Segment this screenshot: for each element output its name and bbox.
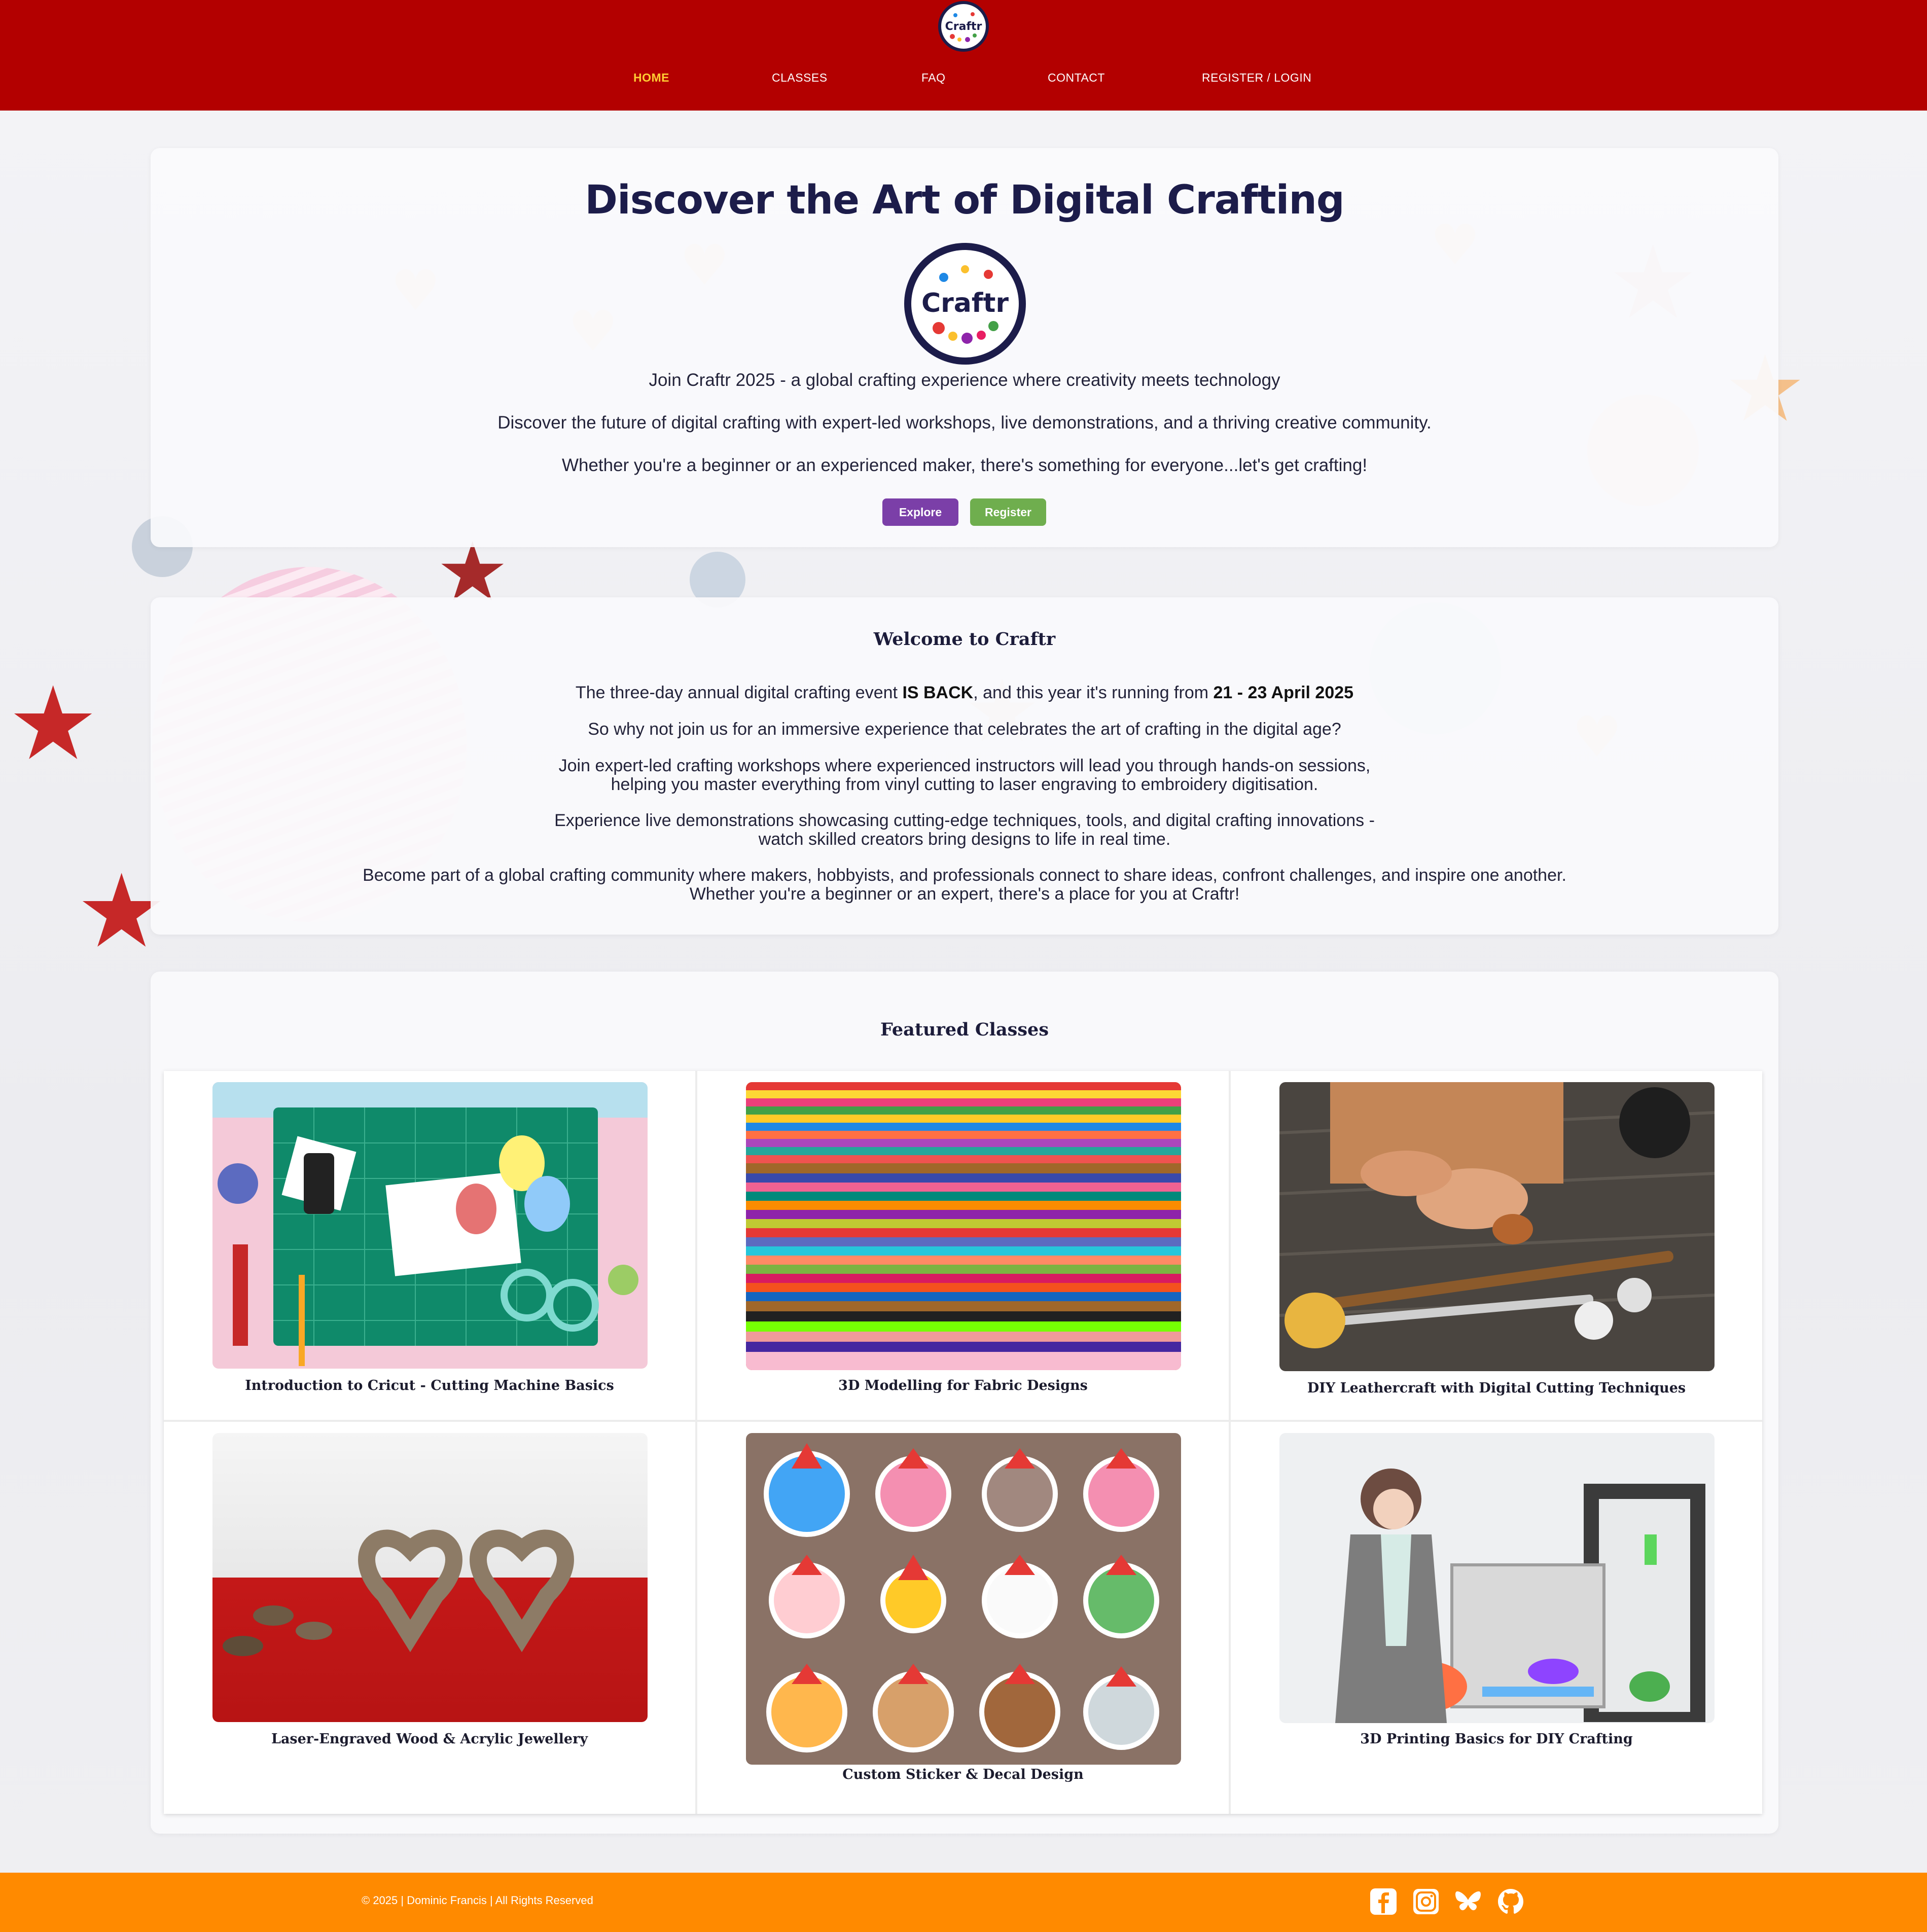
welcome-event-dates: The three-day annual digital crafting ev… bbox=[575, 683, 1354, 702]
craftr-hero-logo: Craftr bbox=[904, 243, 1026, 365]
featured-classes-section: Featured Classes Introduction to Cricut … bbox=[151, 972, 1778, 1834]
logo-text: Craftr bbox=[945, 20, 982, 33]
welcome-title: Welcome to Craftr bbox=[873, 629, 1056, 650]
nav-contact[interactable]: CONTACT bbox=[1048, 71, 1105, 85]
class-card-leathercraft[interactable]: DIY Leathercraft with Digital Cutting Te… bbox=[1231, 1071, 1762, 1420]
site-footer: © 2025 | Dominic Francis | All Rights Re… bbox=[0, 1873, 1927, 1932]
nav-faq[interactable]: FAQ bbox=[921, 71, 946, 85]
jewellery-image bbox=[212, 1433, 648, 1722]
nav-register-login[interactable]: REGISTER / LOGIN bbox=[1202, 71, 1311, 85]
welcome-demonstrations: Experience live demonstrations showcasin… bbox=[554, 811, 1375, 849]
explore-button[interactable]: Explore bbox=[882, 498, 958, 526]
hero-title: Discover the Art of Digital Crafting bbox=[585, 177, 1344, 223]
cricut-image bbox=[212, 1082, 648, 1369]
class-title[interactable]: DIY Leathercraft with Digital Cutting Te… bbox=[1231, 1380, 1762, 1396]
class-title[interactable]: 3D Modelling for Fabric Designs bbox=[697, 1378, 1229, 1393]
nav-classes[interactable]: CLASSES bbox=[772, 71, 828, 85]
hero-section: Discover the Art of Digital Crafting Cra… bbox=[151, 148, 1778, 547]
craftr-logo[interactable]: Craftr bbox=[937, 0, 990, 53]
class-card-3d-fabric[interactable]: 3D Modelling for Fabric Designs bbox=[697, 1071, 1229, 1420]
copyright-text: © 2025 | Dominic Francis | All Rights Re… bbox=[362, 1894, 593, 1907]
class-card-3d-printing[interactable]: 3D Printing Basics for DIY Crafting bbox=[1231, 1422, 1762, 1814]
featured-title: Featured Classes bbox=[880, 1019, 1049, 1040]
main-nav: HOME CLASSES FAQ CONTACT REGISTER / LOGI… bbox=[0, 71, 1927, 91]
class-title[interactable]: Custom Sticker & Decal Design bbox=[697, 1767, 1229, 1782]
event-dates: 21 - 23 April 2025 bbox=[1213, 683, 1354, 702]
class-card-jewellery[interactable]: Laser-Engraved Wood & Acrylic Jewellery bbox=[164, 1422, 695, 1814]
star-decoration: ★ bbox=[8, 665, 99, 783]
class-title[interactable]: Introduction to Cricut - Cutting Machine… bbox=[164, 1378, 695, 1393]
classes-grid: Introduction to Cricut - Cutting Machine… bbox=[164, 1071, 1762, 1814]
hero-tagline: Join Craftr 2025 - a global crafting exp… bbox=[649, 370, 1280, 390]
class-title[interactable]: 3D Printing Basics for DIY Crafting bbox=[1231, 1731, 1762, 1747]
fabric-image bbox=[746, 1082, 1181, 1370]
bluesky-icon[interactable] bbox=[1453, 1887, 1483, 1916]
welcome-section: Welcome to Craftr The three-day annual d… bbox=[151, 597, 1778, 935]
hero-logo-text: Craftr bbox=[921, 288, 1009, 318]
register-button[interactable]: Register bbox=[970, 498, 1046, 526]
github-icon[interactable] bbox=[1496, 1887, 1525, 1916]
facebook-icon[interactable] bbox=[1369, 1887, 1398, 1916]
site-header: Craftr HOME CLASSES FAQ CONTACT REGISTER… bbox=[0, 0, 1927, 111]
nav-home[interactable]: HOME bbox=[633, 71, 669, 85]
hero-invitation: Whether you're a beginner or an experien… bbox=[561, 455, 1368, 475]
3d-printing-image bbox=[1279, 1433, 1715, 1723]
class-title[interactable]: Laser-Engraved Wood & Acrylic Jewellery bbox=[164, 1731, 695, 1747]
class-card-cricut[interactable]: Introduction to Cricut - Cutting Machine… bbox=[164, 1071, 695, 1420]
welcome-community: Become part of a global crafting communi… bbox=[363, 866, 1566, 904]
class-card-sticker[interactable]: Custom Sticker & Decal Design bbox=[697, 1422, 1229, 1814]
is-back-text: IS BACK bbox=[902, 683, 974, 702]
welcome-paragraph: So why not join us for an immersive expe… bbox=[588, 720, 1341, 739]
sticker-image bbox=[746, 1433, 1181, 1765]
hero-description: Discover the future of digital crafting … bbox=[497, 413, 1432, 433]
instagram-icon[interactable] bbox=[1411, 1887, 1441, 1916]
leathercraft-image bbox=[1279, 1082, 1715, 1371]
welcome-workshops: Join expert-led crafting workshops where… bbox=[558, 756, 1371, 794]
